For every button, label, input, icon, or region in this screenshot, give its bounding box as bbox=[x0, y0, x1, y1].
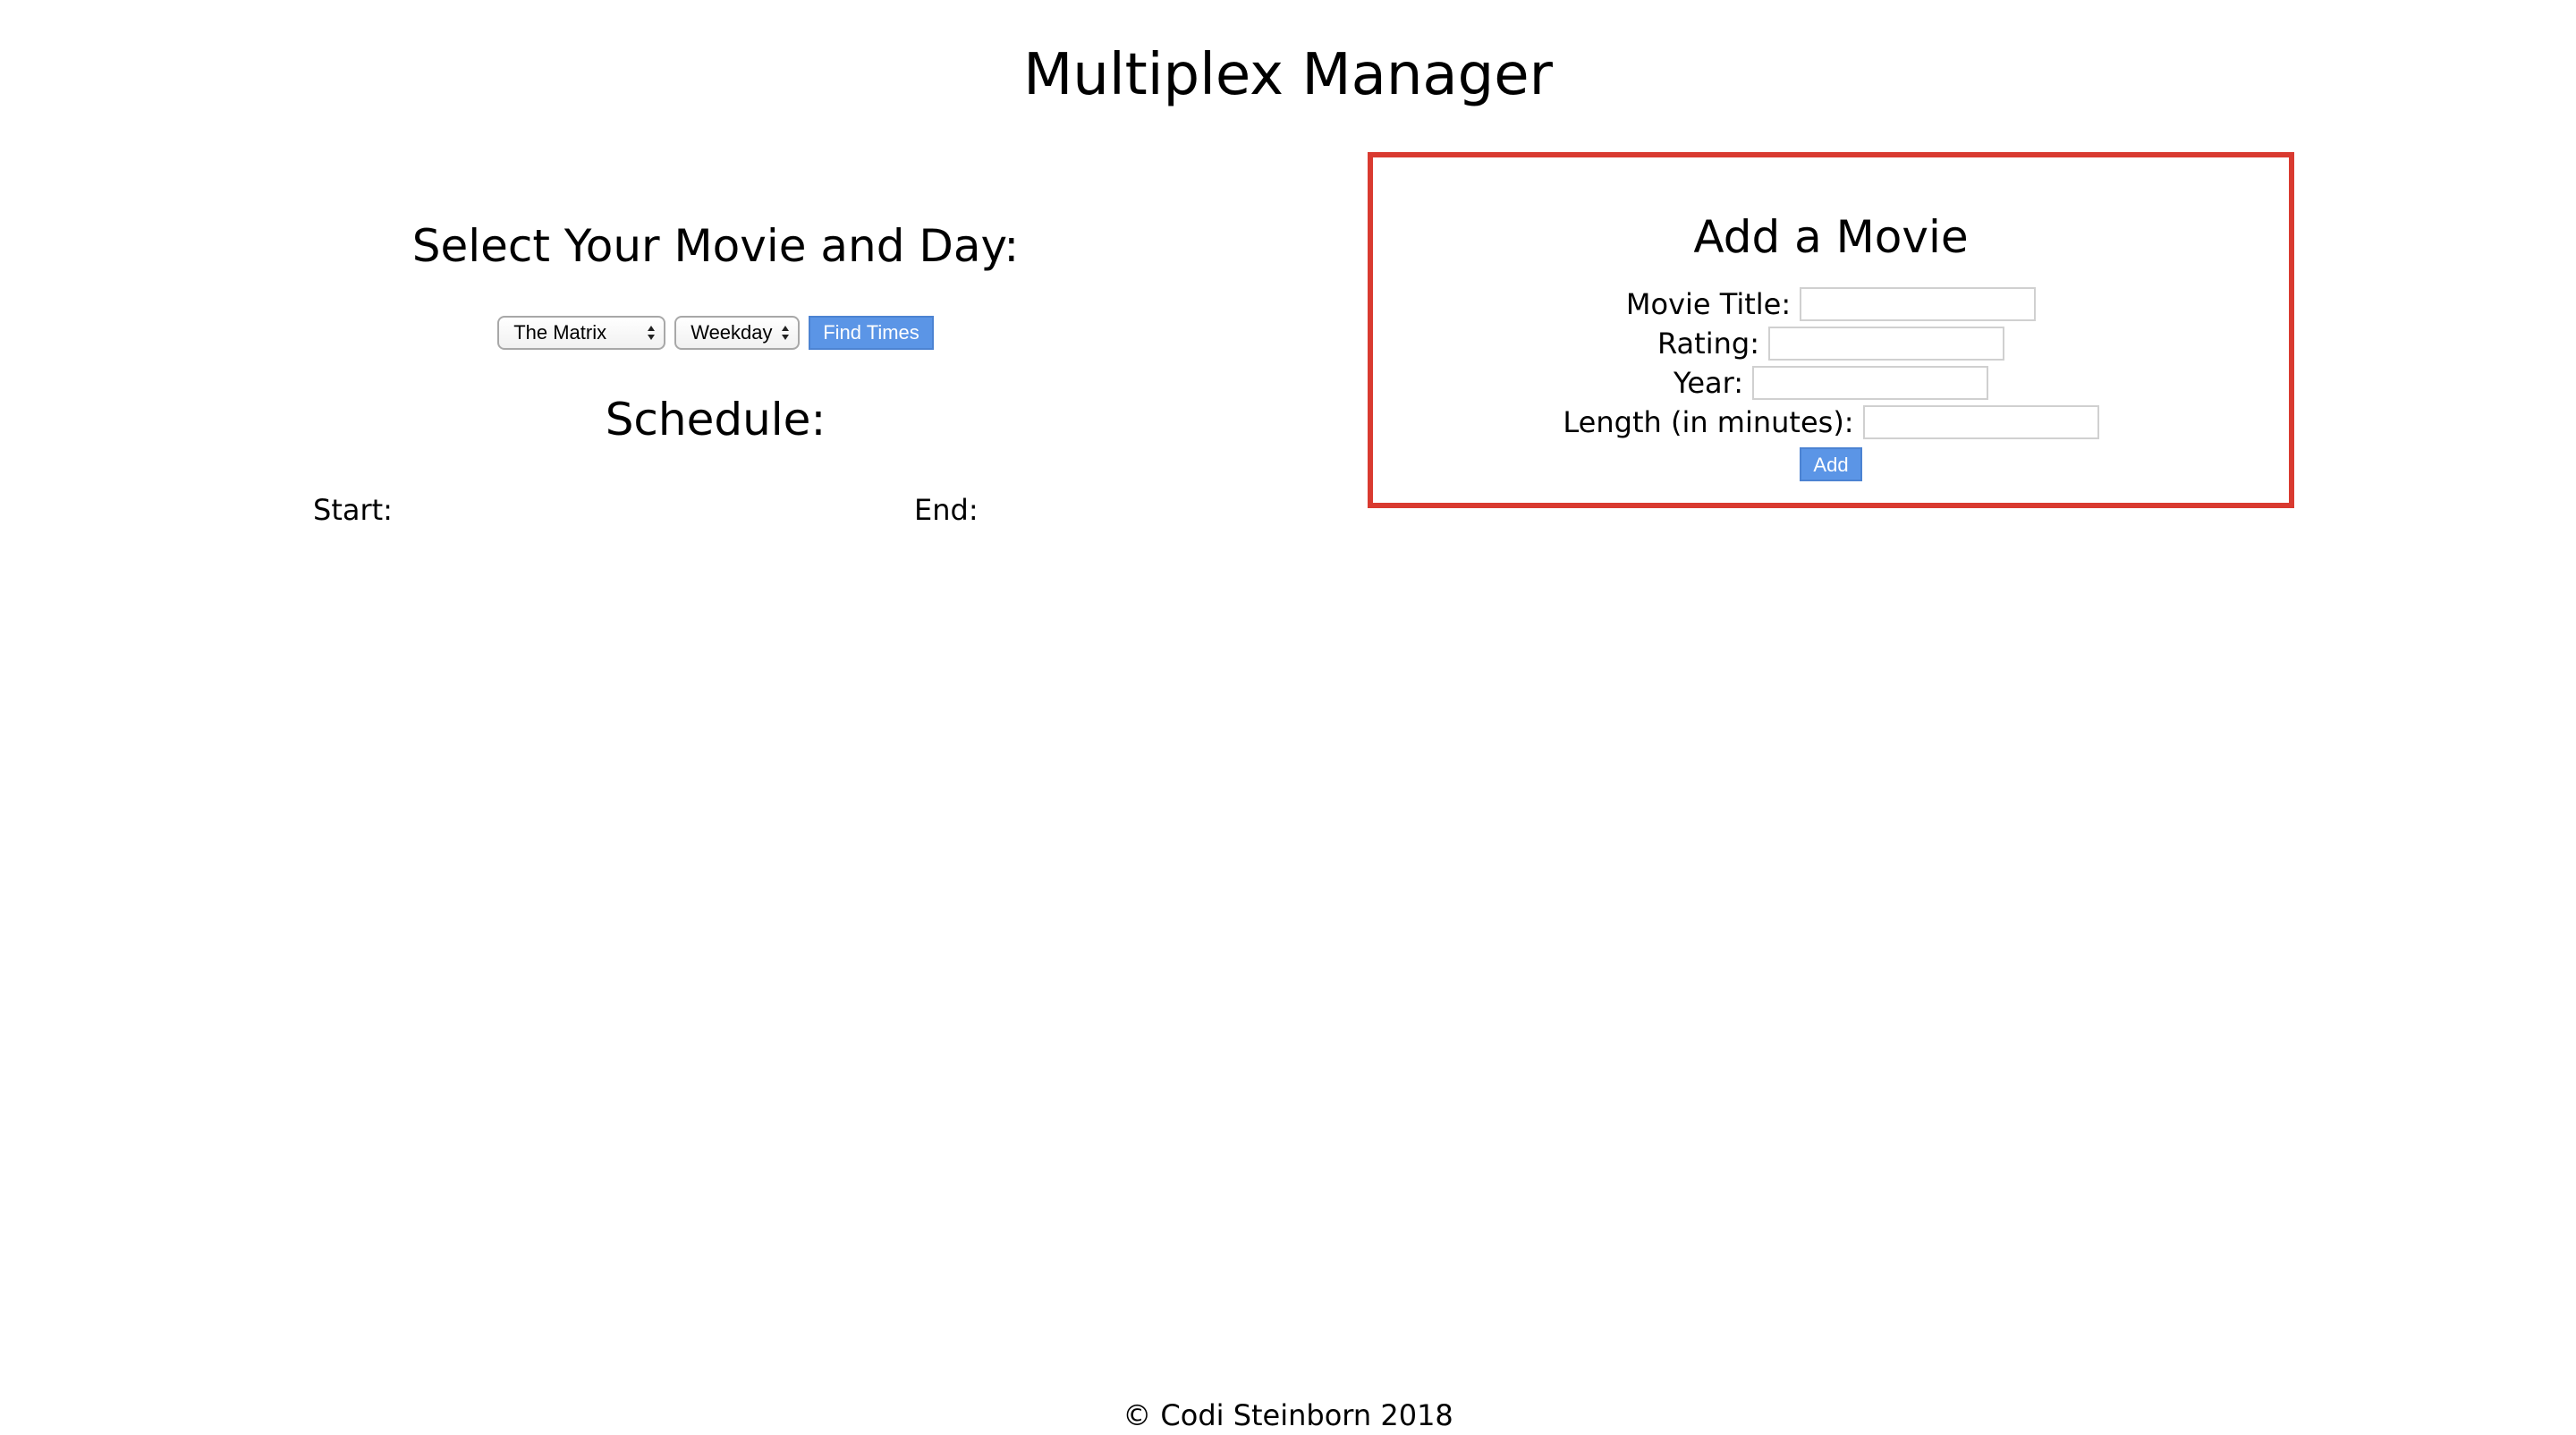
rating-input[interactable] bbox=[1767, 327, 2004, 361]
movie-selector-section: Select Your Movie and Day: The Matrix We… bbox=[268, 215, 1163, 530]
selector-row: The Matrix Weekday Find Times bbox=[268, 315, 1163, 351]
add-movie-button[interactable]: Add bbox=[1800, 447, 1862, 481]
length-label: Length (in minutes): bbox=[1563, 405, 1854, 439]
page-title: Multiplex Manager bbox=[1023, 42, 1553, 108]
footer-copyright: © Codi Steinborn 2018 bbox=[1123, 1398, 1453, 1432]
length-input[interactable] bbox=[1862, 405, 2099, 439]
add-movie-form: Movie Title: Rating: Year: Length (in mi… bbox=[1373, 284, 2289, 442]
form-row-length: Length (in minutes): bbox=[1373, 403, 2289, 442]
movie-title-input[interactable] bbox=[1800, 287, 2037, 321]
day-select[interactable]: Weekday bbox=[674, 316, 801, 350]
schedule-end-label: End: bbox=[914, 493, 979, 527]
page: Multiplex Manager Select Your Movie and … bbox=[0, 0, 2576, 1435]
schedule-start-label: Start: bbox=[313, 493, 393, 527]
movie-title-label: Movie Title: bbox=[1625, 287, 1792, 321]
schedule-columns: Start: End: bbox=[268, 490, 1163, 530]
day-select-value: Weekday bbox=[691, 321, 773, 344]
add-button-row: Add bbox=[1373, 447, 2289, 481]
up-down-chevron-icon bbox=[782, 326, 790, 340]
movie-select-value: The Matrix bbox=[513, 321, 607, 344]
rating-label: Rating: bbox=[1657, 327, 1759, 361]
up-down-chevron-icon bbox=[648, 326, 656, 340]
add-movie-panel: Add a Movie Movie Title: Rating: Year: L… bbox=[1368, 152, 2294, 508]
movie-select[interactable]: The Matrix bbox=[497, 316, 666, 350]
schedule-heading: Schedule: bbox=[605, 394, 826, 446]
add-movie-heading: Add a Movie bbox=[1693, 211, 1969, 263]
find-times-button[interactable]: Find Times bbox=[809, 316, 934, 350]
form-row-year: Year: bbox=[1373, 363, 2289, 403]
year-input[interactable] bbox=[1751, 366, 1988, 400]
selector-heading: Select Your Movie and Day: bbox=[411, 220, 1020, 272]
form-row-rating: Rating: bbox=[1373, 324, 2289, 363]
form-row-title: Movie Title: bbox=[1373, 284, 2289, 324]
year-label: Year: bbox=[1674, 366, 1743, 400]
